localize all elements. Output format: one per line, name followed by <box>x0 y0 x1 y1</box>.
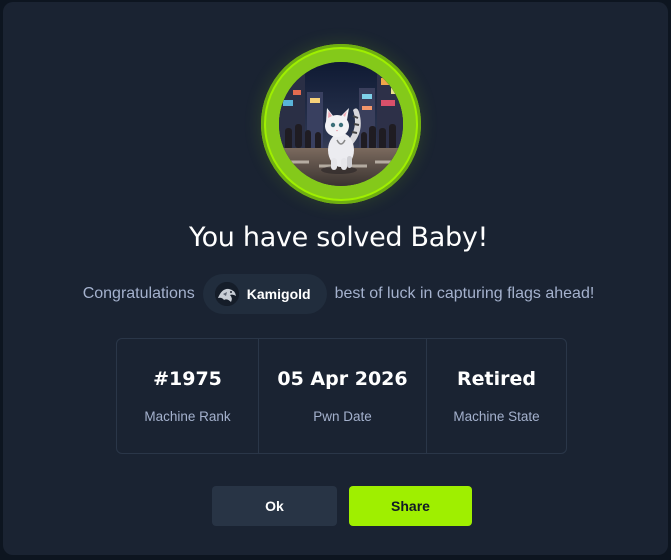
congrats-suffix: best of luck in capturing flags ahead! <box>334 285 595 302</box>
ok-button[interactable]: Ok <box>212 486 337 526</box>
user-chip[interactable]: Kamigold <box>202 274 327 314</box>
stat-pwn-date: 05 Apr 2026 Pwn Date <box>258 339 426 453</box>
user-avatar-icon <box>214 282 239 306</box>
username: Kamigold <box>246 286 311 302</box>
dialog-title: You have solved Baby! <box>188 222 489 253</box>
stats-panel: #1975 Machine Rank 05 Apr 2026 Pwn Date … <box>116 338 567 454</box>
congrats-message: Congratulations Kamigold best of luck in… <box>3 274 671 314</box>
solved-dialog: You have solved Baby! Congratulations Ka… <box>3 2 668 555</box>
stat-label: Machine Rank <box>144 409 231 424</box>
stat-value: #1975 <box>153 368 222 390</box>
machine-avatar-image <box>279 62 403 186</box>
stat-machine-state: Retired Machine State <box>426 339 566 453</box>
stat-label: Machine State <box>453 409 540 424</box>
stat-label: Pwn Date <box>313 409 372 424</box>
congrats-prefix: Congratulations <box>82 285 195 302</box>
stat-value: 05 Apr 2026 <box>277 368 408 390</box>
machine-avatar-ring <box>261 44 421 204</box>
share-button[interactable]: Share <box>349 486 472 526</box>
stat-machine-rank: #1975 Machine Rank <box>117 339 258 453</box>
stat-value: Retired <box>457 368 536 390</box>
